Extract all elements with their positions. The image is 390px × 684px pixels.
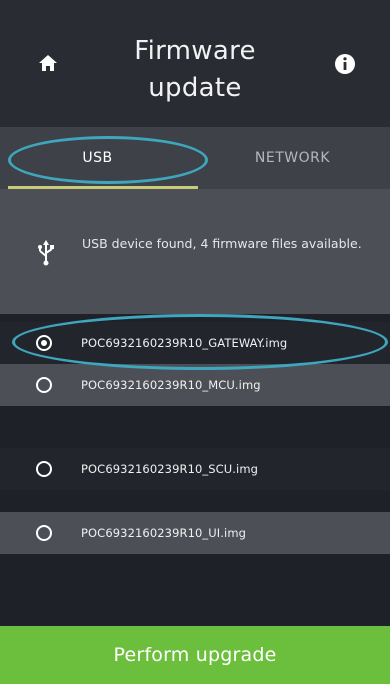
page-title: Firmware update [95,33,295,107]
radio-button[interactable] [36,525,52,541]
file-row-ui[interactable]: POC6932160239R10_UI.img [0,512,390,554]
radio-button[interactable] [36,461,52,477]
tab-bar: USB NETWORK [0,127,390,189]
tab-usb[interactable]: USB [0,127,195,189]
file-row-mcu[interactable]: POC6932160239R10_MCU.img [0,364,390,406]
page-title-line1: Firmware [134,36,256,66]
usb-icon [38,240,54,266]
file-name: POC6932160239R10_UI.img [81,526,247,540]
tab-network[interactable]: NETWORK [195,127,390,189]
page-title-line2: update [148,73,242,103]
status-message: USB device found, 4 firmware files avail… [82,236,362,251]
file-name: POC6932160239R10_SCU.img [81,462,259,476]
radio-button-selected[interactable] [36,335,52,351]
radio-button[interactable] [36,377,52,393]
info-icon[interactable] [333,52,357,76]
perform-upgrade-button[interactable]: Perform upgrade [0,626,390,684]
file-name: POC6932160239R10_MCU.img [81,378,261,392]
file-name: POC6932160239R10_GATEWAY.img [81,336,288,350]
home-icon[interactable] [37,52,59,74]
file-row-scu[interactable]: POC6932160239R10_SCU.img [0,448,390,490]
file-row-gateway[interactable]: POC6932160239R10_GATEWAY.img [0,322,390,364]
